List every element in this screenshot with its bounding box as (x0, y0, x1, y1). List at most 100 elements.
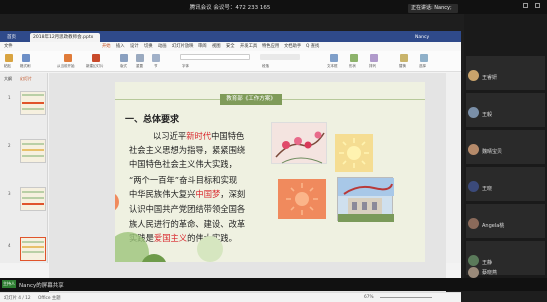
participant-list: 王睿妍 王毅 魏晴宝贝 王晓 Angela桃 王静 蔡晓燕 (464, 14, 547, 278)
body-line: 认识中国共产党团结带领全国各 (129, 204, 246, 214)
paste-label: 粘贴 (4, 64, 11, 68)
sun-icon-box-yellow (335, 134, 373, 172)
participant-tile[interactable]: 蔡晓燕 (464, 267, 547, 278)
menu-view[interactable]: 视图 (212, 43, 221, 49)
close-icon[interactable] (535, 3, 540, 8)
menu-slideshow[interactable]: 幻灯片放映 (172, 43, 193, 49)
screen-share-bar: 主持人 Nancy的屏幕共享 (0, 278, 547, 291)
body-line: 中国特色社会主义伟大实践， (129, 159, 237, 169)
shapes-icon[interactable] (350, 54, 358, 62)
participant-tile[interactable]: 魏晴宝贝 (464, 128, 547, 164)
format-painter-icon[interactable] (22, 54, 30, 62)
section-icon[interactable] (152, 54, 160, 62)
participant-tile[interactable]: Angela桃 (464, 202, 547, 238)
participant-name: 王毅 (482, 112, 493, 118)
menu-security[interactable]: 安全 (226, 43, 235, 49)
participant-name: 王静 (482, 260, 493, 266)
meeting-title: 腾讯会议 会议号：472 233 165 (189, 5, 271, 11)
paste-icon[interactable] (5, 54, 13, 62)
thumb-number: 3 (8, 191, 11, 196)
thumb-number: 4 (8, 243, 11, 248)
slide-header: 教育部《工作方案》 (220, 94, 282, 105)
participant-tile[interactable]: 王晓 (464, 165, 547, 201)
slide: 教育部《工作方案》 一、总体要求 以习近平新时代中国特色 社会主义思想为指导，紧… (115, 82, 425, 262)
slide-thumbnail-3[interactable] (20, 187, 46, 211)
new-slide-label: 新建幻灯片 (86, 64, 104, 68)
speaking-indicator: 正在讲话: Nancy; (408, 4, 458, 13)
font-selector[interactable] (180, 54, 250, 60)
layout-icon[interactable] (120, 54, 128, 62)
replace-icon[interactable] (400, 54, 408, 62)
ribbon-toolbar: 粘贴 格式刷 从当前开始 新建幻灯片 版式 重置 节 字体 段落 文本框 形状 … (0, 51, 461, 72)
avatar (468, 107, 479, 118)
status-bar: 幻灯片 4 / 12 Office 主题 67% (0, 292, 461, 302)
sun-icon (339, 138, 369, 168)
slide-thumbnail-pane: 大纲 幻灯片 1 2 3 4 (0, 73, 48, 263)
participant-tile[interactable]: 王毅 (464, 91, 547, 127)
shapes-label: 形状 (349, 64, 356, 68)
avatar (468, 144, 479, 155)
header-rule-right (282, 99, 425, 100)
font-group-label: 字体 (182, 64, 189, 68)
slide-thumbnail-1[interactable] (20, 91, 46, 115)
reset-label: 重置 (136, 64, 143, 68)
participant-tile[interactable]: 王睿妍 (464, 54, 547, 90)
thumb-number: 2 (8, 143, 11, 148)
vertical-scrollbar[interactable] (446, 73, 461, 263)
slide-thumbnail-4[interactable] (20, 237, 46, 261)
slide-thumbnail-2[interactable] (20, 139, 46, 163)
avatar (468, 218, 479, 229)
menu-insert[interactable]: 插入 (116, 43, 125, 49)
paragraph-tools[interactable] (260, 54, 300, 60)
menu-doc-assistant[interactable]: 文档助手 (284, 43, 301, 49)
menu-transition[interactable]: 切换 (144, 43, 153, 49)
arrange-icon[interactable] (370, 54, 378, 62)
meeting-top-bar: 腾讯会议 会议号：472 233 165 正在讲话: Nancy; (0, 0, 547, 14)
avatar (468, 267, 479, 278)
menu-search[interactable]: Q 查找 (306, 43, 319, 49)
new-slide-icon[interactable] (92, 54, 100, 62)
arrange-label: 排列 (369, 64, 376, 68)
tab-document[interactable]: 2018年12月思政教师会.pptx (30, 33, 100, 42)
menu-developer[interactable]: 开发工具 (240, 43, 257, 49)
tab-outline[interactable]: 大纲 (4, 76, 12, 82)
menu-bar: 文件 开始 插入 设计 切换 动画 幻灯片放映 审阅 视图 安全 开发工具 特色… (0, 42, 461, 51)
sun-icon-box-orange (278, 179, 326, 219)
zoom-level[interactable]: 67% (364, 295, 374, 300)
zoom-slider[interactable] (380, 297, 432, 298)
textbox-icon[interactable] (330, 54, 338, 62)
body-line: 族人民进行的革命、建设、改革 (129, 219, 246, 229)
body-line: 以习近平新时代中国特色 (153, 131, 245, 141)
host-badge: 主持人 (2, 280, 16, 288)
body-line: “两个一百年”奋斗目标和实现 (129, 175, 238, 185)
menu-home[interactable]: 开始 (102, 43, 111, 49)
participant-name: 魏晴宝贝 (482, 149, 503, 155)
user-name[interactable]: Nancy (412, 33, 442, 42)
play-from-current-icon[interactable] (64, 54, 72, 62)
body-line: 社会主义思想为指导，紧紧围绕 (129, 145, 246, 155)
menu-review[interactable]: 审阅 (198, 43, 207, 49)
tab-home[interactable]: 首页 (4, 33, 28, 42)
section-label: 节 (154, 64, 158, 68)
photo-building (337, 177, 394, 222)
tab-slides[interactable]: 幻灯片 (20, 76, 32, 82)
layout-label: 版式 (120, 64, 127, 68)
minimize-icon[interactable] (523, 3, 528, 8)
avatar (468, 181, 479, 192)
avatar (468, 70, 479, 81)
format-painter-label: 格式刷 (20, 64, 31, 68)
participant-name: 王睿妍 (482, 75, 498, 81)
play-from-current-label: 从当前开始 (57, 64, 75, 68)
select-icon[interactable] (420, 54, 428, 62)
menu-file[interactable]: 文件 (4, 43, 13, 49)
paragraph-label: 段落 (262, 64, 269, 68)
menu-animation[interactable]: 动画 (158, 43, 167, 49)
slide-counter: 幻灯片 4 / 12 (4, 296, 31, 301)
header-rule-left (115, 99, 220, 100)
reset-icon[interactable] (136, 54, 144, 62)
participant-name: Angela桃 (482, 223, 505, 229)
participant-name: 蔡晓燕 (482, 270, 498, 276)
menu-features[interactable]: 特色应用 (262, 43, 279, 49)
menu-design[interactable]: 设计 (130, 43, 139, 49)
textbox-label: 文本框 (327, 64, 338, 68)
